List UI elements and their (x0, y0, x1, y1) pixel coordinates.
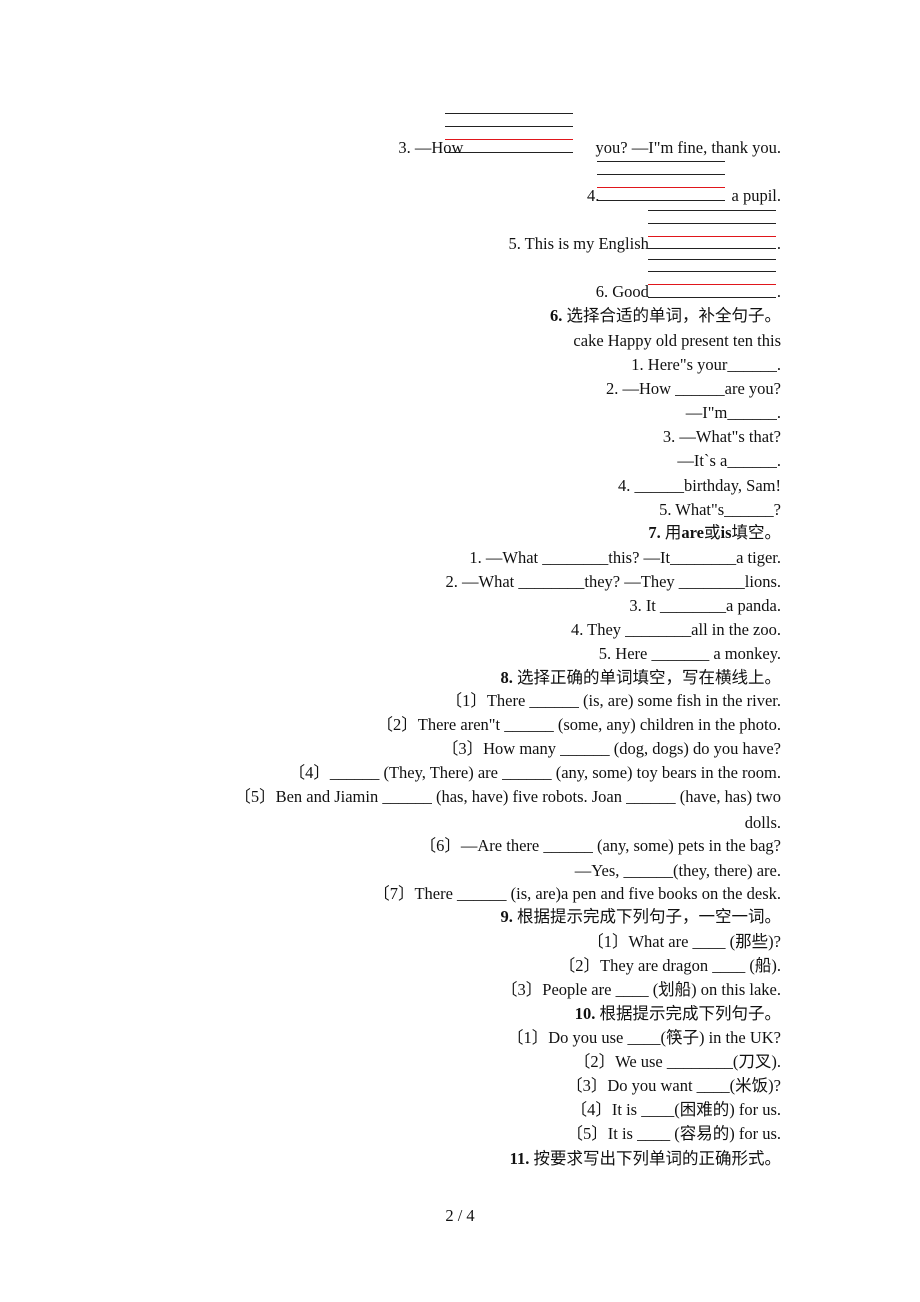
exercise-line: 4. ______birthday, Sam! (618, 476, 781, 495)
exercise-line: 〔1〕What are ____ (那些)? (587, 932, 781, 951)
section-title: 填空。 (731, 523, 782, 542)
section-title-keyword: is (720, 523, 732, 542)
exercise-line: 〔2〕There aren"t ______ (some, any) child… (376, 715, 781, 734)
exercise-line: 〔7〕There ______ (is, are)a pen and five … (373, 884, 781, 903)
section-number: 11. (509, 1149, 530, 1168)
exercise-line: 1. Here"s your______. (631, 355, 781, 374)
rule (648, 223, 776, 224)
exercise-line: 2. —How ______are you? (605, 379, 781, 398)
section-number: 7. (648, 523, 661, 542)
line-text: 3. —How (398, 138, 468, 157)
exercise-line: —Yes, ______(they, there) are. (574, 861, 781, 880)
exercise-line: 〔5〕Ben and Jiamin ______ (has, have) fiv… (234, 787, 781, 806)
rule (597, 174, 725, 175)
exercise-line: 〔4〕It is ____(困难的) for us. (570, 1100, 781, 1119)
section-title: 根据提示完成下列句子，一空一词。 (512, 907, 781, 926)
line-text: 6. Good (595, 282, 649, 301)
section-11-heading: 11. 按要求写出下列单词的正确形式。 (510, 1149, 781, 1169)
line-text: 4. (587, 186, 604, 205)
exercise-line: 4. They ________all in the zoo. (570, 620, 781, 639)
line-text: a pupil. (731, 186, 782, 205)
exercise-line: 3. —How you? —I"m fine, thank you. (398, 138, 781, 158)
rule (597, 161, 725, 162)
exercise-line: 〔4〕______ (They, There) are ______ (any,… (288, 763, 781, 782)
exercise-line: 〔3〕People are ____ (划船) on this lake. (501, 980, 781, 999)
section-number: 6. (550, 306, 563, 325)
section-title: 根据提示完成下列句子。 (595, 1004, 782, 1023)
exercise-line: 1. —What ________this? —It________a tige… (469, 548, 781, 567)
line-text: . (776, 282, 781, 301)
section-number: 10. (574, 1004, 596, 1023)
exercise-line: 2. —What ________they? —They ________lio… (445, 572, 781, 591)
section-number: 9. (500, 907, 513, 926)
line-text: you? —I"m fine, thank you. (595, 138, 781, 157)
page-number: 2 / 4 (445, 1206, 475, 1225)
exercise-line: 〔2〕We use ________(刀叉). (573, 1052, 781, 1071)
exercise-line: 〔1〕There ______ (is, are) some fish in t… (445, 691, 781, 710)
section-10-heading: 10. 根据提示完成下列句子。 (575, 1004, 781, 1024)
exercise-line: 5. Here _______ a monkey. (598, 644, 781, 663)
line-text: 5. This is my English (508, 234, 649, 253)
exercise-line: 5. This is my English. (508, 234, 781, 254)
rule (445, 126, 573, 127)
exercise-line: 4. a pupil. (587, 186, 781, 206)
exercise-line: 〔5〕It is ____ (容易的) for us. (566, 1124, 781, 1143)
section-8-heading: 8. 选择正确的单词填空，写在横线上。 (501, 668, 782, 688)
exercise-line: 〔6〕—Are there ______ (any, some) pets in… (419, 836, 781, 855)
section-title: 或 (703, 523, 721, 542)
exercise-line: dolls. (744, 813, 781, 832)
section-7-heading: 7. 用are或is填空。 (648, 523, 781, 543)
exercise-line: —It`s a______. (677, 451, 781, 470)
word-bank: cake Happy old present ten this (573, 331, 781, 350)
section-title: 按要求写出下列单词的正确形式。 (529, 1149, 782, 1168)
line-text: . (776, 234, 781, 253)
exercise-line: 6. Good. (596, 282, 781, 302)
section-number: 8. (500, 668, 513, 687)
section-title: 选择合适的单词，补全句子。 (562, 306, 782, 325)
exercise-line: —I"m______. (685, 403, 781, 422)
rule (648, 210, 776, 211)
section-title-keyword: are (681, 523, 704, 542)
rule (648, 271, 776, 272)
section-6-heading: 6. 选择合适的单词，补全句子。 (550, 306, 781, 326)
section-title: 用 (660, 523, 682, 542)
exercise-line: 〔3〕How many ______ (dog, dogs) do you ha… (441, 739, 781, 758)
exercise-line: 3. —What"s that? (662, 427, 781, 446)
section-title: 选择正确的单词填空，写在横线上。 (512, 668, 781, 687)
exercise-line: 5. What"s______? (659, 500, 781, 519)
exercise-line: 〔2〕They are dragon ____ (船). (558, 956, 781, 975)
section-9-heading: 9. 根据提示完成下列句子，一空一词。 (501, 907, 782, 927)
rule (445, 113, 573, 114)
exercise-line: 〔3〕Do you want ____(米饭)? (566, 1076, 781, 1095)
exercise-line: 3. It ________a panda. (629, 596, 781, 615)
rule (648, 259, 776, 260)
exercise-line: 〔1〕Do you use ____(筷子) in the UK? (506, 1028, 781, 1047)
